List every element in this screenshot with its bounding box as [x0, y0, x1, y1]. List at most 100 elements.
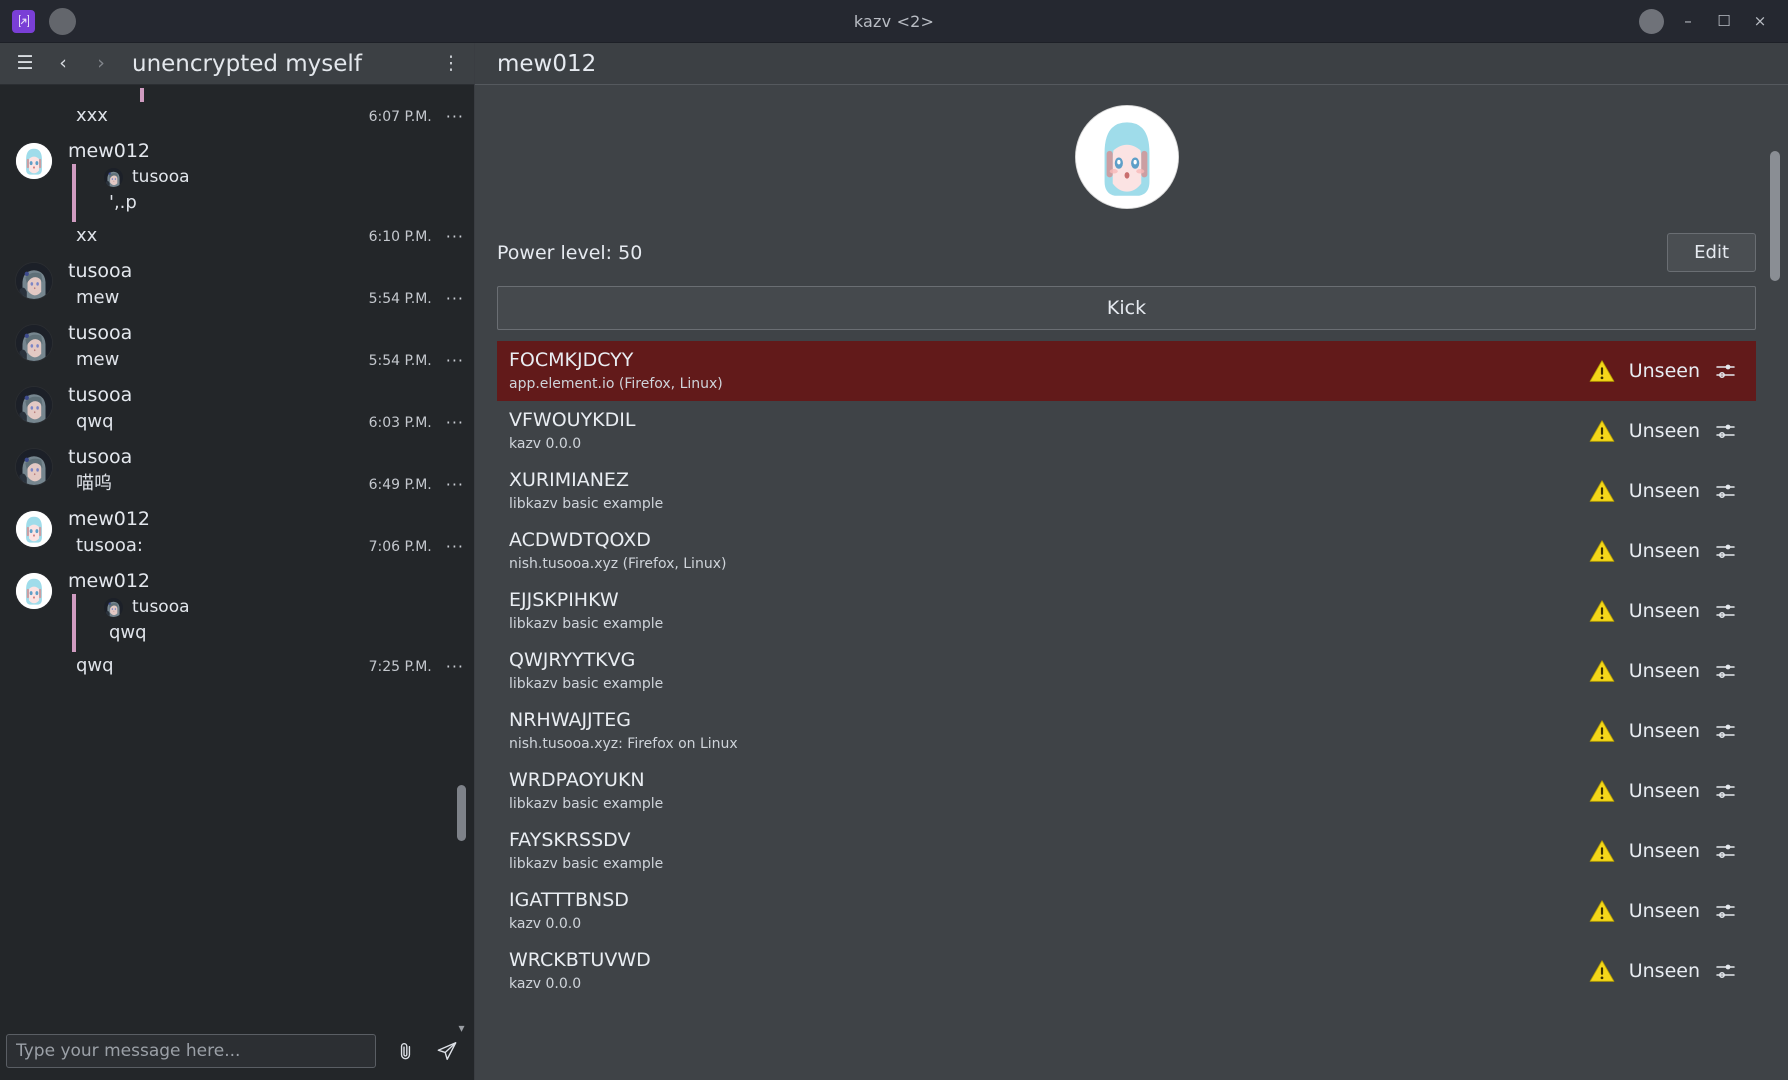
member-detail-scrollbar[interactable] [1768, 91, 1782, 1072]
device-row[interactable]: NRHWAJJTEG nish.tusooa.xyz: Firefox on Li… [497, 701, 1756, 761]
quote-sender-name: tusooa [132, 167, 190, 187]
device-row[interactable]: FAYSKRSSDV libkazv basic example Unseen [497, 821, 1756, 881]
chevron-left-icon[interactable]: ‹ [52, 51, 74, 77]
device-row[interactable]: IGATTTBNSD kazv 0.0.0 Unseen [497, 881, 1756, 941]
message-body-text: xx [76, 225, 98, 246]
timeline-scrollbar-thumb[interactable] [457, 785, 466, 841]
message-timeline[interactable]: xxx 6:07 P.M. ··· mew012 tusooa ',.p xx 6:10 P.… [0, 85, 474, 1022]
device-status-group: Unseen [1589, 899, 1738, 923]
device-row[interactable]: WRCKBTUVWD kazv 0.0.0 Unseen [497, 941, 1756, 1001]
window-extra-button[interactable] [1639, 8, 1664, 34]
device-info: FAYSKRSSDV libkazv basic example [509, 828, 663, 873]
sliders-icon[interactable] [1714, 661, 1738, 681]
message-row[interactable]: tusooa 喵呜 6:49 P.M. ··· [0, 439, 474, 501]
member-detail-pane: mew012 Power level: 50 Edit Kick FOCMKJD… [475, 43, 1788, 1080]
compose-bar [0, 1022, 474, 1080]
message-sender: tusooa [68, 322, 133, 344]
message-body-text: tusooa: [76, 535, 143, 556]
paperclip-icon[interactable] [392, 1036, 418, 1066]
device-status-group: Unseen [1589, 779, 1738, 803]
message-row[interactable]: tusooa mew 5:54 P.M. ··· [0, 253, 474, 315]
quote-sender-row: tusooa [76, 164, 474, 189]
device-status-group: Unseen [1589, 659, 1738, 683]
member-name-title: mew012 [497, 50, 597, 77]
message-avatar[interactable] [15, 386, 53, 424]
device-description: nish.tusooa.xyz (Firefox, Linux) [509, 556, 727, 572]
device-row[interactable]: QWJRYYTKVG libkazv basic example Unseen [497, 641, 1756, 701]
device-row[interactable]: FOCMKJDCYY app.element.io (Firefox, Linux… [497, 341, 1756, 401]
device-info: IGATTTBNSD kazv 0.0.0 [509, 888, 629, 933]
device-row[interactable]: WRDPAOYUKN libkazv basic example Unseen [497, 761, 1756, 821]
member-detail-scrollbar-thumb[interactable] [1770, 151, 1780, 281]
message-timestamp: 6:07 P.M. [368, 109, 432, 125]
sliders-icon[interactable] [1714, 481, 1738, 501]
message-row[interactable]: tusooa mew 5:54 P.M. ··· [0, 315, 474, 377]
device-row[interactable]: VFWOUYKDIL kazv 0.0.0 Unseen [497, 401, 1756, 461]
device-status-label: Unseen [1628, 539, 1700, 562]
message-row[interactable]: xxx 6:07 P.M. ··· [0, 85, 474, 133]
sliders-icon[interactable] [1714, 781, 1738, 801]
sliders-icon[interactable] [1714, 361, 1738, 381]
message-avatar[interactable] [15, 324, 53, 362]
sliders-icon[interactable] [1714, 721, 1738, 741]
message-input[interactable] [6, 1034, 376, 1068]
warning-triangle-icon [1589, 959, 1615, 983]
chevron-right-icon[interactable]: › [90, 51, 112, 77]
message-avatar[interactable] [15, 262, 53, 300]
window-close-button[interactable]: × [1748, 9, 1772, 33]
sliders-icon[interactable] [1714, 541, 1738, 561]
device-status-label: Unseen [1628, 599, 1700, 622]
hamburger-menu-icon[interactable]: ☰ [14, 51, 36, 77]
device-info: VFWOUYKDIL kazv 0.0.0 [509, 408, 635, 453]
sliders-icon[interactable] [1714, 421, 1738, 441]
window-maximize-button[interactable]: ☐ [1712, 9, 1736, 33]
message-sender: tusooa [68, 384, 133, 406]
device-row[interactable]: EJJSKPIHKW libkazv basic example Unseen [497, 581, 1756, 641]
sliders-icon[interactable] [1714, 601, 1738, 621]
timeline-scrollbar[interactable]: ▾ [455, 85, 469, 1080]
message-row[interactable]: mew012 tusooa ',.p xx 6:10 P.M. ··· [0, 133, 474, 253]
message-timestamp: 6:10 P.M. [368, 229, 432, 245]
message-sender: mew012 [68, 140, 151, 162]
quote-avatar [104, 597, 123, 617]
matrix-logo-icon [12, 9, 35, 33]
scroll-down-arrow-icon[interactable]: ▾ [455, 1020, 468, 1036]
message-quote[interactable]: tusooa ',.p [72, 164, 474, 222]
message-meta: 5:54 P.M. ··· [353, 291, 464, 308]
message-avatar[interactable] [15, 572, 53, 610]
message-meta: 7:25 P.M. ··· [353, 659, 464, 676]
power-level-row: Power level: 50 Edit [497, 233, 1756, 272]
device-status-group: Unseen [1589, 959, 1738, 983]
message-row[interactable]: mew012 tusooa qwq qwq 7:25 P.M. ··· [0, 563, 474, 683]
sliders-icon[interactable] [1714, 901, 1738, 921]
device-id: WRCKBTUVWD [509, 949, 651, 971]
device-row[interactable]: XURIMIANEZ libkazv basic example Unseen [497, 461, 1756, 521]
message-avatar[interactable] [15, 142, 53, 180]
titlebar-avatar-circle[interactable] [49, 7, 76, 35]
warning-triangle-icon [1589, 899, 1615, 923]
more-vertical-icon[interactable]: ⋮ [440, 51, 462, 77]
message-row[interactable]: tusooa qwq 6:03 P.M. ··· [0, 377, 474, 439]
device-row[interactable]: ACDWDTQOXD nish.tusooa.xyz (Firefox, Linu… [497, 521, 1756, 581]
edit-button[interactable]: Edit [1667, 233, 1756, 272]
device-list: FOCMKJDCYY app.element.io (Firefox, Linux… [497, 341, 1756, 1001]
message-avatar[interactable] [15, 448, 53, 486]
message-avatar-cell [0, 380, 68, 424]
device-status-group: Unseen [1589, 419, 1738, 443]
message-quote[interactable]: tusooa qwq [72, 594, 474, 652]
device-status-label: Unseen [1628, 419, 1700, 442]
warning-triangle-icon [1589, 479, 1615, 503]
warning-triangle-icon [1589, 839, 1615, 863]
member-detail-content[interactable]: Power level: 50 Edit Kick FOCMKJDCYY app.… [475, 85, 1788, 1080]
message-text-row: qwq 6:03 P.M. ··· [68, 408, 474, 436]
sliders-icon[interactable] [1714, 961, 1738, 981]
message-row[interactable]: mew012 tusooa: 7:06 P.M. ··· [0, 501, 474, 563]
device-status-group: Unseen [1589, 479, 1738, 503]
message-avatar[interactable] [15, 510, 53, 548]
window-minimize-button[interactable]: – [1676, 9, 1700, 33]
device-description: libkazv basic example [509, 496, 664, 512]
kick-button[interactable]: Kick [497, 286, 1756, 330]
sliders-icon[interactable] [1714, 841, 1738, 861]
message-sender: tusooa [68, 260, 133, 282]
member-avatar[interactable] [1075, 106, 1178, 208]
